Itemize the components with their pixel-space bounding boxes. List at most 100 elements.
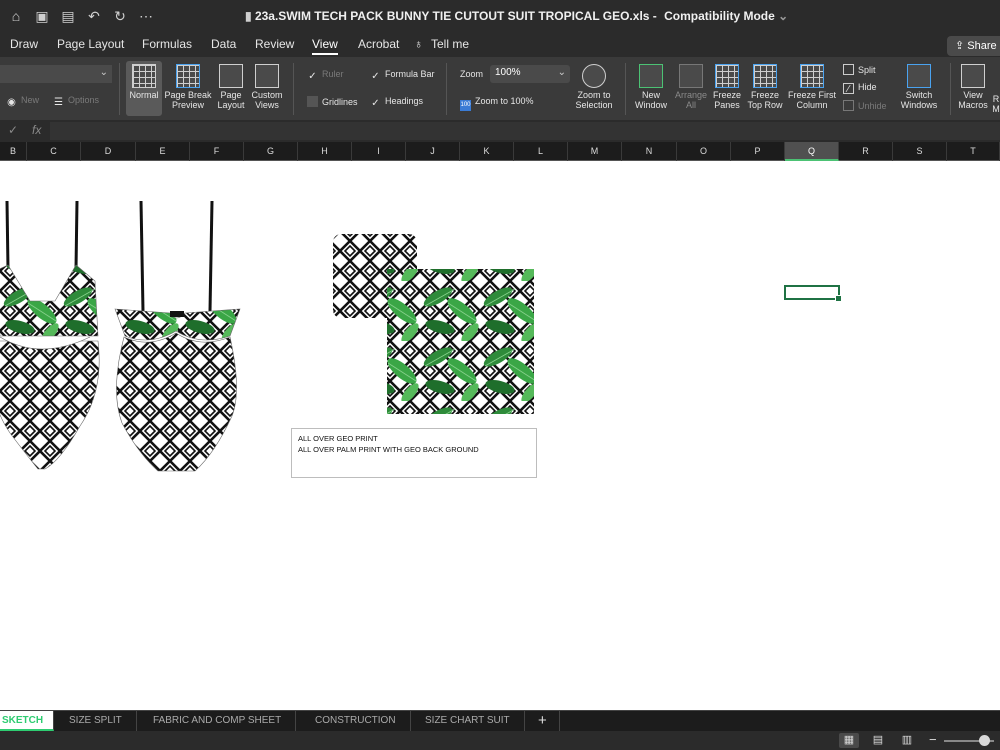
sheet-tab-fabric-and-comp[interactable]: FABRIC AND COMP SHEET <box>139 711 297 731</box>
arrange-all-button[interactable]: Arrange All <box>673 64 709 110</box>
home-icon[interactable]: ⌂ <box>8 8 24 25</box>
save-icon[interactable]: ▣ <box>34 8 50 25</box>
record-label-1: R <box>992 94 1000 104</box>
column-header-j[interactable]: J <box>406 142 460 161</box>
page-break-preview-button[interactable]: Page Break Preview <box>164 64 212 110</box>
freeze-top-row-button[interactable]: Freeze Top Row <box>745 64 785 110</box>
switch-windows-icon <box>907 64 931 88</box>
sheet-tab-construction[interactable]: CONSTRUCTION <box>301 711 411 731</box>
ruler-label: Ruler <box>322 69 344 79</box>
zoom-to-selection-button[interactable]: Zoom to Selection <box>571 64 617 110</box>
zoom-out-icon[interactable]: − <box>929 732 937 747</box>
share-button[interactable]: ⇪ Share <box>947 36 1000 56</box>
normal-view-button[interactable]: Normal <box>126 61 162 116</box>
unhide-button[interactable]: Unhide <box>843 100 887 111</box>
print-description-textbox[interactable]: ALL OVER GEO PRINT ALL OVER PALM PRINT W… <box>291 428 537 478</box>
column-header-d[interactable]: D <box>81 142 136 161</box>
sheet-view-dropdown[interactable]: ⌄ <box>0 65 112 83</box>
custom-views-button[interactable]: Custom Views <box>249 64 285 110</box>
tab-data[interactable]: Data <box>211 37 236 51</box>
column-header-h[interactable]: H <box>298 142 352 161</box>
column-header-l[interactable]: L <box>514 142 568 161</box>
sheet-tab-size-chart-suit[interactable]: SIZE CHART SUIT <box>411 711 525 731</box>
macros-icon <box>961 64 985 88</box>
zoom-slider-thumb[interactable] <box>979 735 990 746</box>
zoom-100-icon: 100 <box>460 100 471 111</box>
active-cell-selection[interactable] <box>784 285 842 302</box>
more-icon[interactable]: ⋯ <box>138 8 154 25</box>
share-icon: ⇪ <box>955 40 965 52</box>
column-header-g[interactable]: G <box>244 142 298 161</box>
column-header-p[interactable]: P <box>731 142 785 161</box>
freeze-first-column-icon <box>800 64 824 88</box>
freeze-first-label-2: Column <box>796 100 828 110</box>
column-header-b[interactable]: B <box>0 142 27 161</box>
ruler-checkbox[interactable]: ✓ Ruler <box>307 69 344 82</box>
split-label: Split <box>858 65 876 75</box>
add-sheet-button[interactable]: + <box>526 711 560 731</box>
save-as-icon[interactable]: ▤ <box>60 8 76 25</box>
tab-acrobat[interactable]: Acrobat <box>358 37 399 51</box>
new-window-icon <box>639 64 663 88</box>
tab-page-layout[interactable]: Page Layout <box>57 37 124 51</box>
page-layout-button[interactable]: Page Layout <box>215 64 247 110</box>
zoom-100-button[interactable]: 100 Zoom to 100% <box>460 96 534 111</box>
column-header-e[interactable]: E <box>136 142 190 161</box>
record-macro-button[interactable]: R M <box>992 94 1000 114</box>
page-layout-view-icon[interactable]: ▤ <box>868 733 888 748</box>
arrange-label-1: Arrange <box>674 90 708 100</box>
worksheet-grid[interactable]: ALL OVER GEO PRINT ALL OVER PALM PRINT W… <box>0 161 1000 710</box>
column-header-s[interactable]: S <box>893 142 947 161</box>
zoom-select[interactable]: 100% ⌄ <box>490 65 570 83</box>
macros-label-1: View <box>963 90 983 100</box>
column-header-n[interactable]: N <box>622 142 677 161</box>
check-icon: ✓ <box>371 98 380 109</box>
tab-formulas[interactable]: Formulas <box>142 37 192 51</box>
page-break-label-2: Preview <box>171 100 204 110</box>
tell-me-search[interactable]: Tell me <box>431 37 469 51</box>
column-header-k[interactable]: K <box>460 142 514 161</box>
column-header-f[interactable]: F <box>190 142 244 161</box>
check-icon[interactable]: ✓ <box>8 123 18 137</box>
freeze-panes-icon <box>715 64 739 88</box>
switch-windows-button[interactable]: Switch Windows <box>897 64 941 110</box>
redo-icon[interactable]: ↻ <box>112 8 128 25</box>
page-layout-icon <box>219 64 243 88</box>
gridlines-checkbox[interactable]: Gridlines <box>307 96 358 107</box>
freeze-top-label-1: Freeze <box>750 90 779 100</box>
undo-icon[interactable]: ↶ <box>86 8 102 25</box>
column-header-o[interactable]: O <box>677 142 731 161</box>
tab-review[interactable]: Review <box>255 37 294 51</box>
column-header-m[interactable]: M <box>568 142 622 161</box>
new-window-button[interactable]: New Window <box>632 64 670 110</box>
hide-button[interactable]: ⁄ Hide <box>843 82 877 95</box>
freeze-panes-button[interactable]: Freeze Panes <box>710 64 744 110</box>
column-header-t[interactable]: T <box>947 142 1000 161</box>
file-name: 23a.SWIM TECH PACK BUNNY TIE CUTOUT SUIT… <box>254 9 650 23</box>
new-sheet-view-button[interactable]: ◉ New <box>6 95 39 108</box>
sheet-tab-sketch[interactable]: SKETCH <box>0 711 54 731</box>
compatibility-mode: Compatibility Mode <box>664 9 775 23</box>
normal-view-icon[interactable]: ▦ <box>839 733 859 748</box>
page-break-view-icon[interactable]: ▥ <box>897 733 917 748</box>
column-header-c[interactable]: C <box>27 142 81 161</box>
sheet-view-options-button[interactable]: ☰ Options <box>53 95 99 108</box>
tab-view[interactable]: View <box>312 37 338 55</box>
column-header-i[interactable]: I <box>352 142 406 161</box>
split-button[interactable]: Split <box>843 64 876 75</box>
headings-checkbox[interactable]: ✓ Headings <box>370 96 423 109</box>
view-macros-button[interactable]: View Macros <box>956 64 990 110</box>
textbox-line-2: ALL OVER PALM PRINT WITH GEO BACK GROUND <box>298 445 479 454</box>
tab-draw[interactable]: Draw <box>10 37 38 51</box>
column-header-r[interactable]: R <box>839 142 893 161</box>
freeze-first-column-button[interactable]: Freeze First Column <box>786 64 838 110</box>
formula-input[interactable] <box>50 122 1000 140</box>
fx-icon[interactable]: fx <box>32 123 41 137</box>
column-header-q[interactable]: Q <box>785 142 839 161</box>
window-title: ▮ 23a.SWIM TECH PACK BUNNY TIE CUTOUT SU… <box>245 9 788 23</box>
share-label: Share <box>967 40 997 52</box>
page-break-icon <box>176 64 200 88</box>
formula-bar-checkbox[interactable]: ✓ Formula Bar <box>370 69 434 82</box>
sheet-tab-size-split[interactable]: SIZE SPLIT <box>55 711 137 731</box>
chevron-down-icon[interactable]: ⌄ <box>778 9 788 23</box>
